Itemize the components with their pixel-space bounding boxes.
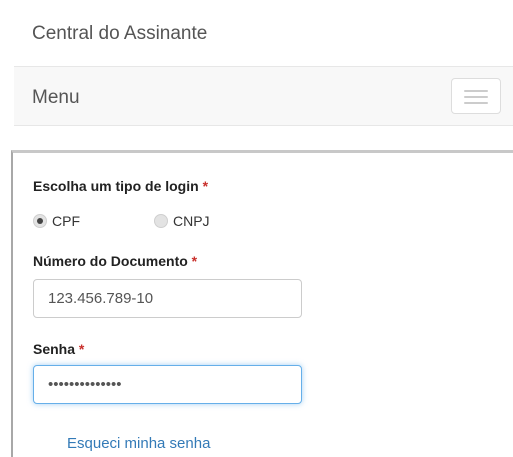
login-form: Escolha um tipo de login * CPF CNPJ Núme…: [11, 150, 513, 457]
password-label: Senha *: [33, 341, 85, 357]
menu-label: Menu: [32, 87, 80, 108]
document-label: Número do Documento *: [33, 253, 198, 269]
radio-cpf[interactable]: CPF: [33, 212, 80, 230]
login-type-label: Escolha um tipo de login *: [33, 178, 209, 194]
page-title: Central do Assinante: [32, 23, 208, 44]
forgot-password-link[interactable]: Esqueci minha senha: [67, 434, 210, 454]
radio-unchecked-icon[interactable]: [154, 214, 168, 228]
document-input[interactable]: [33, 279, 302, 318]
menu-toggle-button[interactable]: [451, 78, 501, 114]
radio-cnpj[interactable]: CNPJ: [154, 212, 210, 230]
radio-cnpj-label: CNPJ: [173, 213, 210, 229]
app-header: Central do Assinante: [0, 0, 513, 66]
radio-cpf-label: CPF: [52, 213, 80, 229]
required-marker: *: [202, 178, 209, 194]
password-input[interactable]: [33, 365, 302, 404]
required-marker: *: [78, 341, 85, 357]
navbar: Menu: [14, 66, 513, 126]
required-marker: *: [191, 253, 198, 269]
radio-checked-icon[interactable]: [33, 214, 47, 228]
